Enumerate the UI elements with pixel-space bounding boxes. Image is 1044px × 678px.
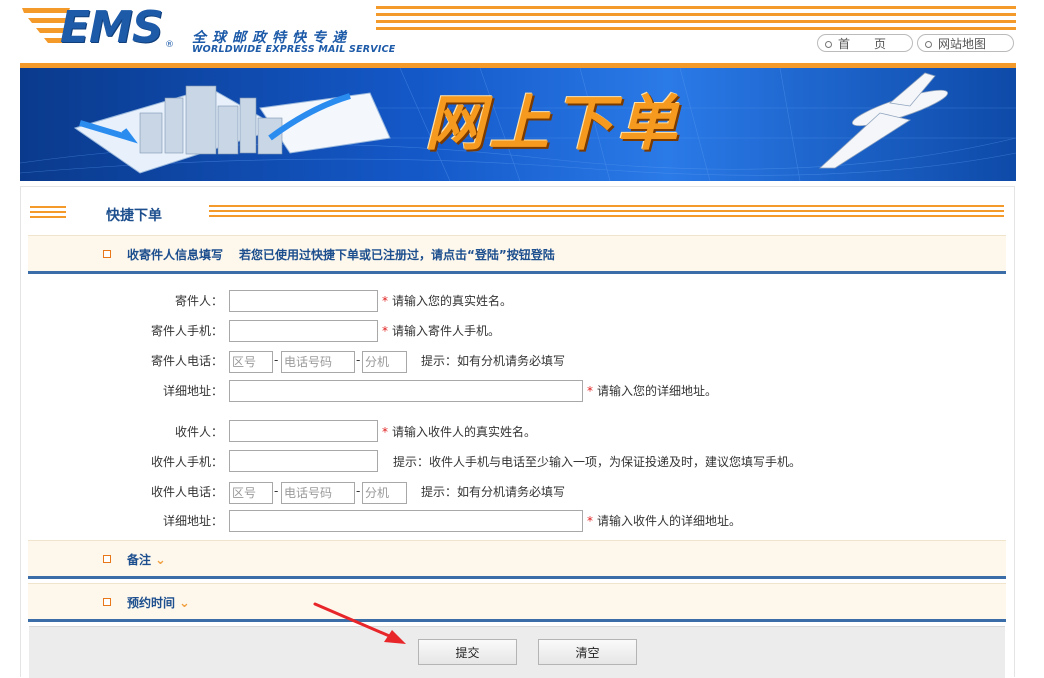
title-stripes-right — [209, 205, 1004, 219]
red-arrow-annotation — [313, 602, 406, 644]
sender-phone-label: 寄件人电话： — [150, 354, 223, 368]
chevron-down-icon: ⌄ — [155, 553, 166, 568]
receiver-name-hint: * 请输入收件人的真实姓名。 — [382, 425, 537, 439]
login-note: 若您已使用过快捷下单或已注册过，请点击“登陆”按钮登陆 — [239, 248, 555, 262]
sender-address-hint: * 请输入您的详细地址。 — [587, 384, 718, 398]
bullet-icon — [925, 41, 932, 48]
square-bullet-icon — [103, 598, 111, 606]
sender-address-input[interactable] — [229, 380, 583, 402]
bullet-icon — [825, 41, 832, 48]
receiver-mobile-label: 收件人手机： — [150, 455, 223, 469]
registered-mark: ® — [165, 40, 174, 50]
sender-mobile-input[interactable] — [229, 320, 378, 342]
sender-extension-input[interactable] — [362, 351, 407, 373]
phone-dash: - — [274, 353, 279, 367]
banner: 网上下单 — [20, 68, 1016, 181]
receiver-phone-hint: 提示：如有分机请务必填写 — [421, 485, 566, 499]
receiver-mobile-hint: 提示：收件人手机与电话至少输入一项，为保证投递及时，建议您填写手机。 — [393, 455, 802, 469]
section-info-label: 收寄件人信息填写 — [127, 248, 224, 262]
sender-mobile-label: 寄件人手机： — [150, 324, 223, 338]
section-appointment-label: 预约时间 ⌄ — [127, 596, 190, 611]
receiver-mobile-input[interactable] — [229, 450, 378, 472]
receiver-phone-number-input[interactable] — [281, 482, 355, 504]
section-appointment-header[interactable]: 预约时间 ⌄ — [28, 583, 1006, 622]
receiver-address-hint: * 请输入收件人的详细地址。 — [587, 514, 742, 528]
quick-order-title: 快捷下单 — [106, 208, 162, 224]
nav-sitemap-link[interactable]: 网站地图 — [917, 34, 1014, 52]
title-stripes-left — [30, 206, 66, 220]
sender-area-code-input[interactable] — [229, 351, 273, 373]
receiver-phone-label: 收件人电话： — [150, 485, 223, 499]
phone-dash: - — [274, 484, 279, 498]
square-bullet-icon — [103, 250, 111, 258]
clear-button[interactable]: 清空 — [538, 639, 637, 665]
phone-dash: - — [356, 484, 361, 498]
logo-tagline-en: WORLDWIDE EXPRESS MAIL SERVICE — [192, 44, 396, 55]
section-remarks-label: 备注 ⌄ — [127, 553, 166, 568]
receiver-address-label: 详细地址： — [162, 514, 223, 528]
sender-address-label: 详细地址： — [162, 384, 223, 398]
sender-name-input[interactable] — [229, 290, 378, 312]
sender-name-hint: * 请输入您的真实姓名。 — [382, 294, 513, 308]
header-stripes — [376, 6, 1016, 36]
chevron-down-icon: ⌄ — [179, 596, 190, 611]
ems-logo[interactable]: EMS — [60, 4, 164, 52]
receiver-address-input[interactable] — [229, 510, 583, 532]
receiver-name-label: 收件人： — [174, 425, 223, 439]
receiver-area-code-input[interactable] — [229, 482, 273, 504]
section-info-header: 收寄件人信息填写 若您已使用过快捷下单或已注册过，请点击“登陆”按钮登陆 — [28, 235, 1006, 274]
submit-button[interactable]: 提交 — [418, 639, 517, 665]
receiver-name-input[interactable] — [229, 420, 378, 442]
site-header: EMS ® 全球邮政特快专递 WORLDWIDE EXPRESS MAIL SE… — [0, 0, 1044, 66]
sender-mobile-hint: * 请输入寄件人手机。 — [382, 324, 501, 338]
sender-phone-number-input[interactable] — [281, 351, 355, 373]
banner-title: 网上下单 — [425, 89, 681, 159]
button-bar — [29, 626, 1005, 678]
sender-name-label: 寄件人： — [174, 294, 223, 308]
square-bullet-icon — [103, 555, 111, 563]
receiver-extension-input[interactable] — [362, 482, 407, 504]
sender-phone-hint: 提示：如有分机请务必填写 — [421, 354, 566, 368]
section-remarks-header[interactable]: 备注 ⌄ — [28, 540, 1006, 579]
nav-home-link[interactable]: 首 页 — [817, 34, 913, 52]
phone-dash: - — [356, 353, 361, 367]
